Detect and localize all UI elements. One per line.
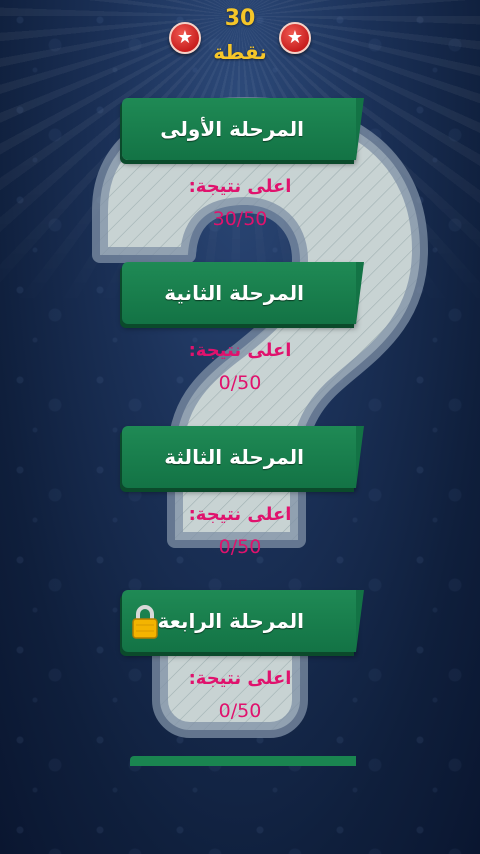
level-label: المرحلة الأولى: [160, 117, 304, 141]
star-icon: ★: [279, 22, 311, 54]
best-score-label: اعلى نتيجة:: [188, 668, 292, 689]
level-4-button[interactable]: المرحلة الرابعة: [122, 590, 364, 652]
level-2-button[interactable]: المرحلة الثانية: [122, 262, 364, 324]
best-score-value: 0/50: [218, 372, 262, 394]
best-score-value: 0/50: [218, 700, 262, 722]
score-header: ★ 30 نقطة ★: [0, 0, 480, 80]
level-card-1: المرحلة الأولى اعلى نتيجة: 30/50: [0, 98, 480, 258]
best-score-value: 30/50: [212, 208, 268, 230]
points-value: 30: [224, 6, 256, 31]
next-level-button-partial[interactable]: [130, 756, 356, 766]
level-label: المرحلة الثانية: [164, 281, 304, 305]
level-card-2: المرحلة الثانية اعلى نتيجة: 0/50: [0, 262, 480, 422]
level-1-button[interactable]: المرحلة الأولى: [122, 98, 364, 160]
level-card-3: المرحلة الثالثة اعلى نتيجة: 0/50: [0, 426, 480, 586]
level-label: المرحلة الثالثة: [164, 445, 304, 469]
best-score-label: اعلى نتيجة:: [188, 340, 292, 361]
level-3-button[interactable]: المرحلة الثالثة: [122, 426, 364, 488]
level-label: المرحلة الرابعة: [157, 609, 304, 633]
lock-icon: [132, 605, 158, 639]
level-card-4: المرحلة الرابعة اعلى نتيجة: 0/50: [0, 590, 480, 750]
best-score-label: اعلى نتيجة:: [188, 176, 292, 197]
best-score-value: 0/50: [218, 536, 262, 558]
points-label: نقطة: [213, 40, 267, 64]
best-score-label: اعلى نتيجة:: [188, 504, 292, 525]
